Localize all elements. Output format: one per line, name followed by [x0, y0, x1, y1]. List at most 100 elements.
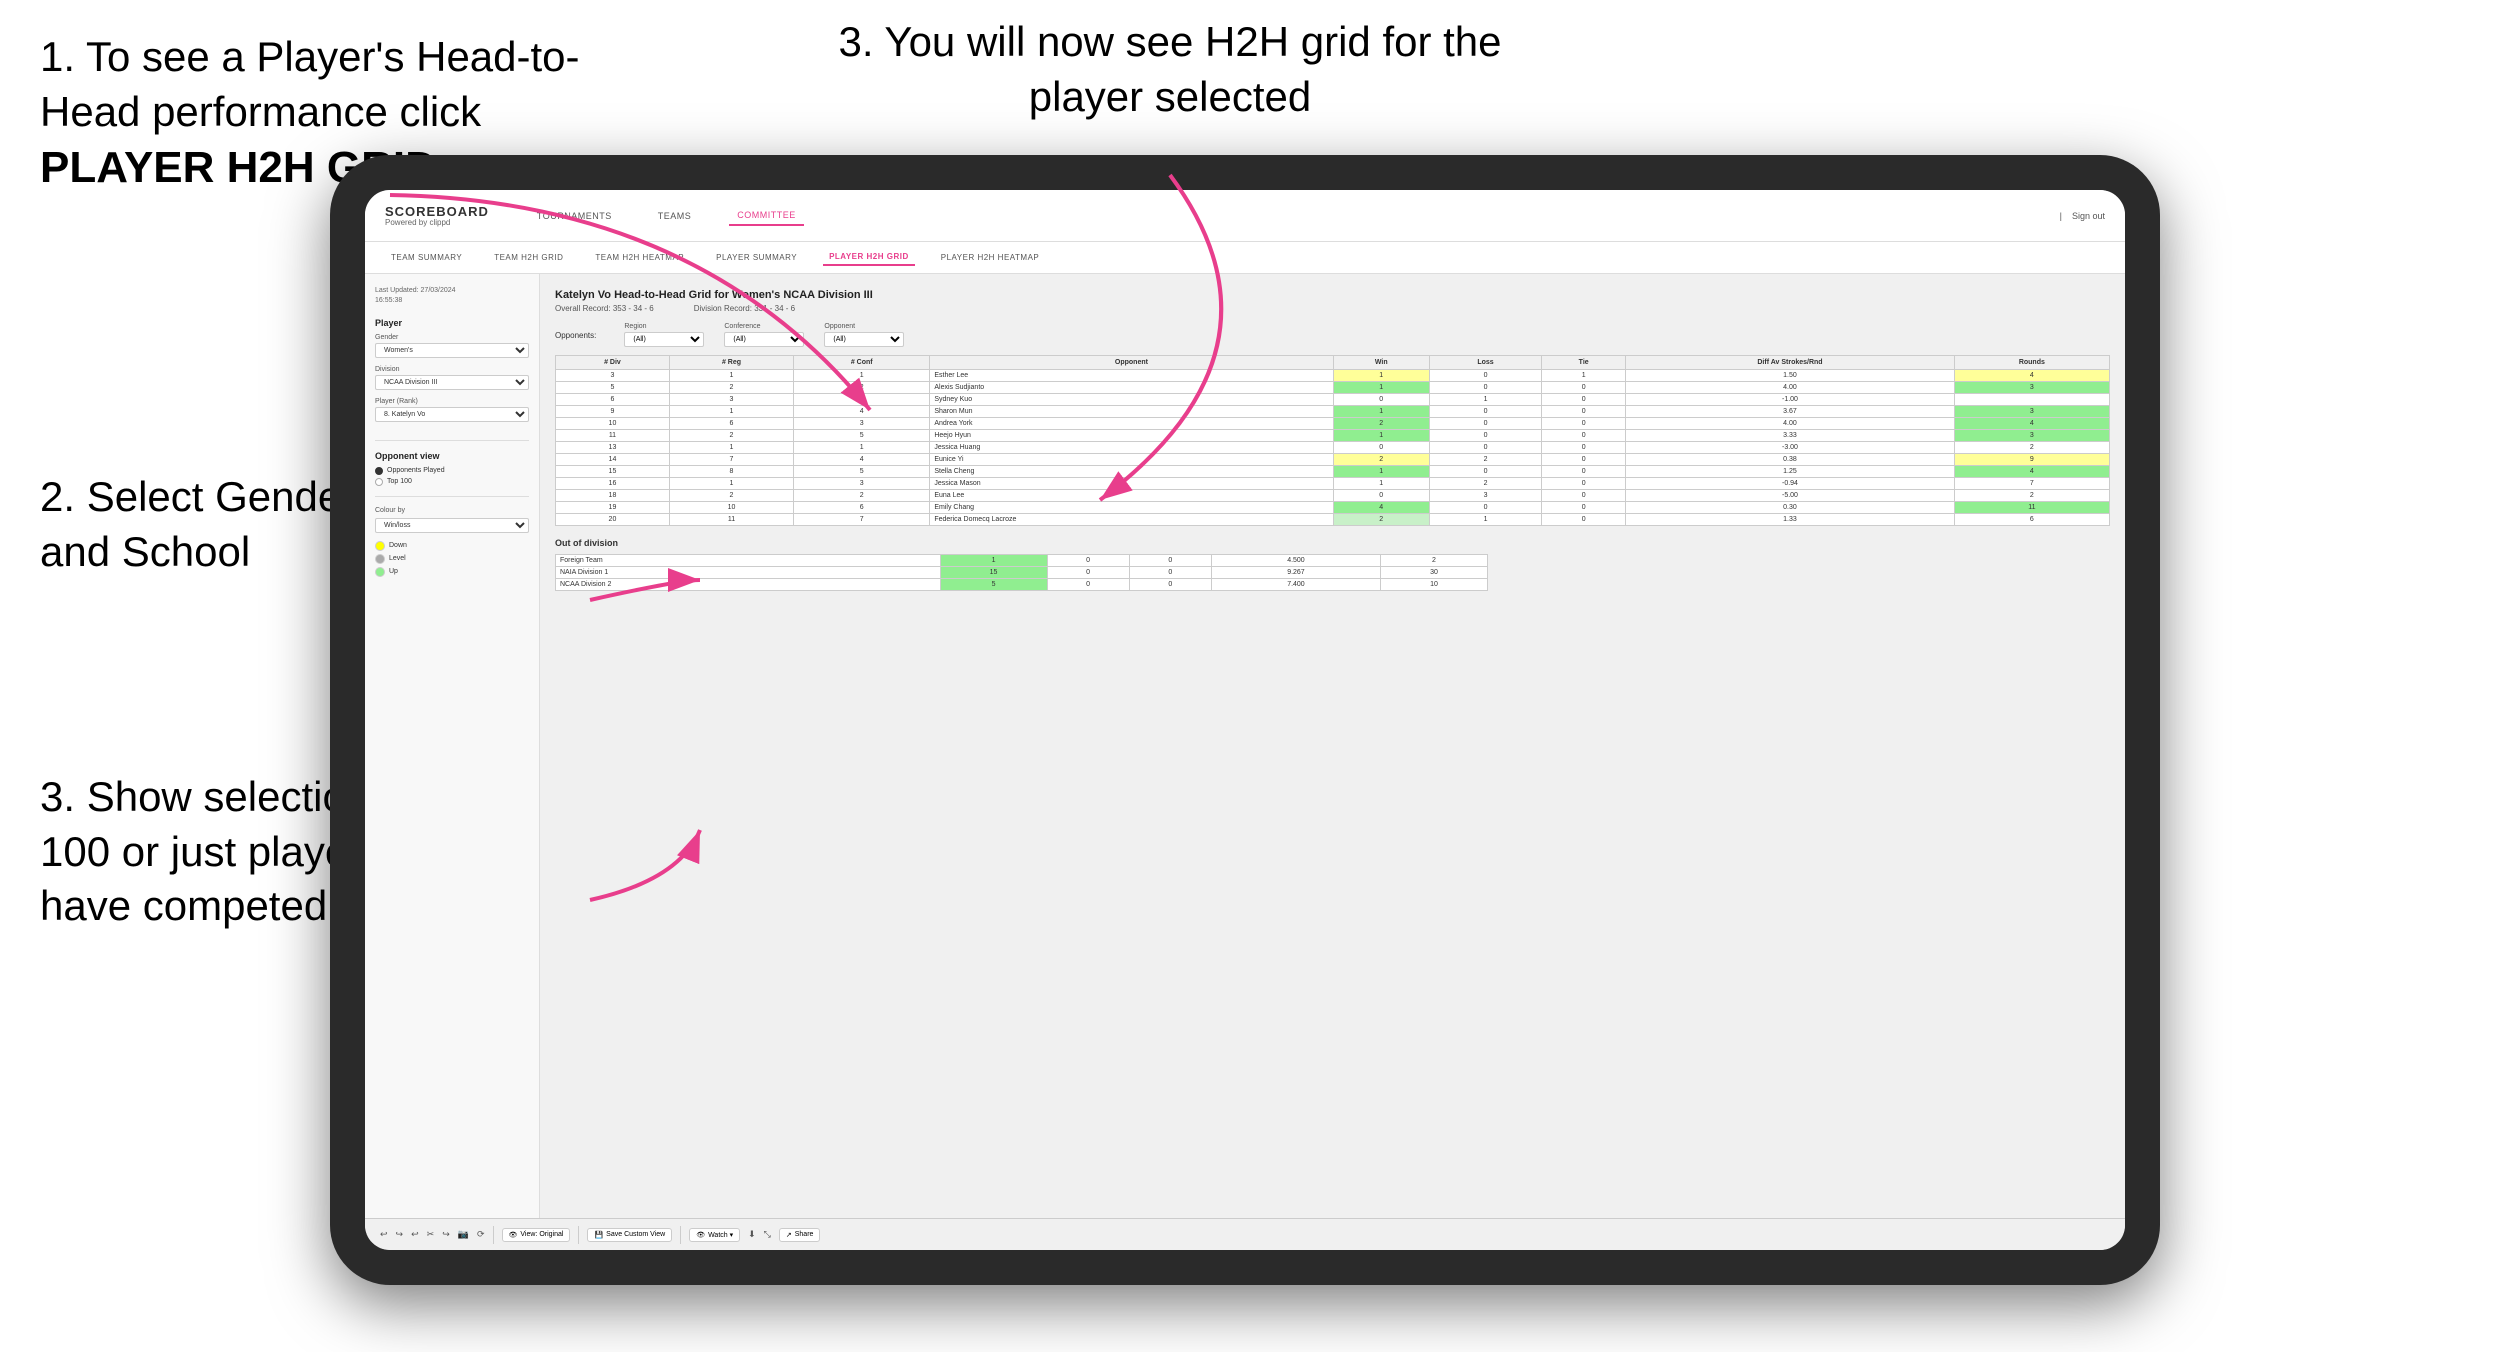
table-cell: 0	[1429, 406, 1541, 418]
player-rank-select[interactable]: 8. Katelyn Vo	[375, 407, 529, 422]
out-of-division-row: Foreign Team1004.5002	[556, 555, 1488, 567]
legend-up-icon	[375, 567, 385, 577]
watch-button[interactable]: 👁 Watch ▾	[689, 1228, 740, 1242]
table-cell: 0	[1542, 418, 1626, 430]
undo-icon[interactable]: ↩	[380, 1229, 388, 1240]
left-panel: Last Updated: 27/03/202416:55:38 Player …	[365, 274, 540, 1218]
opponent-select[interactable]: (All)	[824, 332, 904, 347]
grid-records: Overall Record: 353 - 34 - 6 Division Re…	[555, 304, 2110, 313]
subnav-player-h2h-grid[interactable]: PLAYER H2H GRID	[823, 249, 915, 266]
camera-icon[interactable]: 📷	[458, 1229, 469, 1240]
save-icon: 💾	[594, 1231, 603, 1239]
table-cell: 3	[1954, 406, 2109, 418]
gender-select[interactable]: Women's Men's	[375, 343, 529, 358]
radio-opponents-played[interactable]: Opponents Played	[375, 467, 529, 475]
expand-icon[interactable]: ⤡	[764, 1229, 771, 1240]
table-cell: 2	[1954, 442, 2109, 454]
table-cell: 1	[1333, 466, 1429, 478]
table-cell: Stella Cheng	[930, 466, 1333, 478]
table-cell: 4.00	[1626, 418, 1955, 430]
legend-level-icon	[375, 554, 385, 564]
table-row: 633Sydney Kuo010-1.00	[556, 394, 2110, 406]
col-div: # Div	[556, 356, 670, 370]
ood-cell: 0	[1047, 555, 1129, 567]
download-icon[interactable]: ⬇	[748, 1229, 756, 1240]
table-cell: 0	[1542, 454, 1626, 466]
colour-by-select[interactable]: Win/loss	[375, 518, 529, 533]
table-cell: -5.00	[1626, 490, 1955, 502]
nav-committee[interactable]: COMMITTEE	[729, 206, 804, 226]
nav-teams[interactable]: TEAMS	[650, 207, 700, 225]
subnav-player-summary[interactable]: PLAYER SUMMARY	[710, 250, 803, 265]
table-cell: 1	[1333, 382, 1429, 394]
table-cell: 7	[669, 454, 793, 466]
right-content: Katelyn Vo Head-to-Head Grid for Women's…	[540, 274, 2125, 1218]
table-row: 914Sharon Mun1003.673	[556, 406, 2110, 418]
table-cell: 10	[669, 502, 793, 514]
nav-tournaments[interactable]: TOURNAMENTS	[529, 207, 620, 225]
legend-down: Down	[375, 541, 529, 551]
reset-icon[interactable]: ⟳	[477, 1229, 485, 1240]
subnav-player-h2h-heatmap[interactable]: PLAYER H2H HEATMAP	[935, 250, 1046, 265]
ood-cell: 15	[940, 567, 1047, 579]
table-cell: Sydney Kuo	[930, 394, 1333, 406]
table-cell: 11	[1954, 502, 2109, 514]
table-cell: -3.00	[1626, 442, 1955, 454]
ood-cell: 0	[1129, 579, 1211, 591]
undo2-icon[interactable]: ↩	[411, 1229, 419, 1240]
view-icon: 👁	[509, 1231, 518, 1239]
table-cell: 13	[556, 442, 670, 454]
table-cell: 2	[1429, 478, 1541, 490]
table-cell: 1	[1333, 370, 1429, 382]
table-cell: 3	[1954, 382, 2109, 394]
table-cell: Alexis Sudjianto	[930, 382, 1333, 394]
table-cell: Heejo Hyun	[930, 430, 1333, 442]
view-original-button[interactable]: 👁 View: Original	[502, 1228, 571, 1242]
table-cell: 1.25	[1626, 466, 1955, 478]
region-select[interactable]: (All)	[624, 332, 704, 347]
logo-text: SCOREBOARD	[385, 205, 489, 218]
division-select[interactable]: NCAA Division III NCAA Division I NCAA D…	[375, 375, 529, 390]
redo2-icon[interactable]: ↪	[442, 1229, 450, 1240]
table-cell: 4	[1954, 370, 2109, 382]
table-cell: Esther Lee	[930, 370, 1333, 382]
table-cell: 3	[1429, 490, 1541, 502]
step3-right-block: 3. You will now see H2H grid for the pla…	[820, 15, 1520, 124]
ood-cell: 9.267	[1211, 567, 1380, 579]
cut-icon[interactable]: ✂	[427, 1229, 435, 1240]
toolbar-divider-1	[493, 1226, 494, 1244]
radio-top100[interactable]: Top 100	[375, 478, 529, 486]
table-cell: 6	[794, 502, 930, 514]
redo-icon[interactable]: ↪	[396, 1229, 404, 1240]
conference-select[interactable]: (All)	[724, 332, 804, 347]
table-cell: 14	[556, 454, 670, 466]
table-cell: 1	[1429, 394, 1541, 406]
filter-region: Region (All)	[624, 323, 704, 347]
table-cell: 4	[794, 454, 930, 466]
table-cell: 4	[1954, 466, 2109, 478]
table-cell: 19	[556, 502, 670, 514]
nav-pipe: |	[2060, 211, 2062, 221]
share-label: Share	[795, 1231, 814, 1238]
subnav-team-summary[interactable]: TEAM SUMMARY	[385, 250, 468, 265]
region-label: Region	[624, 323, 704, 330]
table-cell: 3.33	[1626, 430, 1955, 442]
radio-opponents-label: Opponents Played	[387, 467, 445, 474]
table-cell: Eunice Yi	[930, 454, 1333, 466]
subnav-team-h2h-grid[interactable]: TEAM H2H GRID	[488, 250, 569, 265]
table-cell: 0	[1429, 442, 1541, 454]
h2h-data-table: # Div # Reg # Conf Opponent Win Loss Tie…	[555, 355, 2110, 526]
save-custom-view-button[interactable]: 💾 Save Custom View	[587, 1228, 672, 1242]
table-cell: 0	[1429, 466, 1541, 478]
table-cell: Sharon Mun	[930, 406, 1333, 418]
subnav-team-h2h-heatmap[interactable]: TEAM H2H HEATMAP	[589, 250, 690, 265]
sign-out-button[interactable]: Sign out	[2072, 211, 2105, 221]
ood-cell: 1	[940, 555, 1047, 567]
save-label: Save Custom View	[606, 1231, 665, 1238]
share-button[interactable]: ↗ Share	[779, 1228, 821, 1242]
view-original-label: View: Original	[520, 1231, 563, 1238]
table-cell: 0	[1542, 442, 1626, 454]
table-cell: 10	[556, 418, 670, 430]
ood-cell: 0	[1047, 567, 1129, 579]
table-cell: 0	[1333, 394, 1429, 406]
